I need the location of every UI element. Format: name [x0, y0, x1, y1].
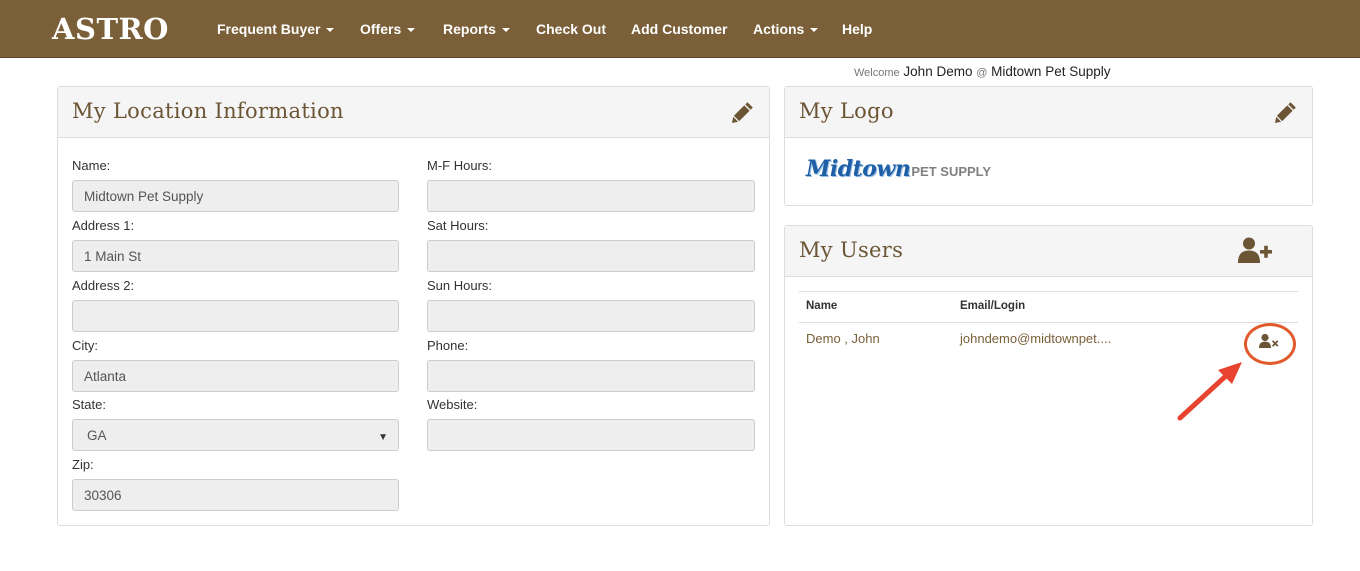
welcome-location: Midtown Pet Supply — [991, 64, 1111, 79]
users-panel-header: My Users — [785, 226, 1312, 277]
sat-hours-field[interactable] — [427, 240, 755, 272]
address1-label: Address 1: — [72, 218, 135, 233]
users-panel-title: My Users — [799, 238, 904, 262]
user-plus-icon[interactable] — [1238, 236, 1272, 264]
location-panel-title: My Location Information — [72, 99, 344, 123]
name-label: Name: — [72, 158, 111, 173]
dropdown-arrow-icon: ▼ — [378, 432, 388, 443]
nav-reports[interactable]: Reports — [443, 20, 510, 38]
logo-panel-title: My Logo — [799, 99, 894, 123]
logo-panel: My Logo — [784, 86, 1313, 206]
nav-add-customer[interactable]: Add Customer — [631, 20, 727, 38]
sat-hours-label: Sat Hours: — [427, 218, 489, 233]
top-navbar: ASTRO Frequent Buyer Offers Reports Chec… — [0, 0, 1360, 58]
users-table-header-border — [799, 322, 1298, 323]
nav-frequent-buyer[interactable]: Frequent Buyer — [217, 20, 335, 38]
users-col-email: Email/Login — [960, 300, 1026, 312]
store-logo-main: Midtown — [806, 156, 911, 182]
website-label: Website: — [427, 397, 478, 412]
users-table-top-border — [799, 291, 1298, 292]
nav-actions[interactable]: Actions — [753, 20, 819, 38]
state-select[interactable]: GA ▼ — [72, 419, 399, 451]
phone-field[interactable] — [427, 360, 755, 392]
caret-down-icon — [810, 28, 819, 33]
mf-hours-field[interactable] — [427, 180, 755, 212]
welcome-message: Welcome John Demo @ Midtown Pet Supply — [854, 64, 1110, 79]
phone-label: Phone: — [427, 338, 469, 353]
highlight-circle — [1244, 323, 1296, 365]
store-logo-sub: PET SUPPLY — [911, 164, 992, 179]
logo-panel-header: My Logo — [785, 87, 1312, 138]
mf-hours-label: M-F Hours: — [427, 158, 492, 173]
name-field[interactable]: Midtown Pet Supply — [72, 180, 399, 212]
zip-label: Zip: — [72, 457, 94, 472]
welcome-user: John Demo — [903, 64, 973, 79]
website-field[interactable] — [427, 419, 755, 451]
address2-field[interactable] — [72, 300, 399, 332]
user-name[interactable]: Demo , John — [806, 331, 880, 346]
brand-logo[interactable]: ASTRO — [52, 13, 169, 45]
welcome-at: @ — [976, 67, 988, 79]
user-email[interactable]: johndemo@midtownpet.... — [960, 331, 1111, 346]
city-field[interactable]: Atlanta — [72, 360, 399, 392]
location-panel-header: My Location Information — [58, 87, 769, 138]
city-label: City: — [72, 338, 98, 353]
nav-check-out[interactable]: Check Out — [536, 20, 606, 38]
pencil-icon[interactable] — [1273, 99, 1299, 125]
users-col-name: Name — [806, 300, 838, 312]
store-logo: MidtownPET SUPPLY — [806, 156, 991, 182]
sun-hours-field[interactable] — [427, 300, 755, 332]
state-label: State: — [72, 397, 106, 412]
address2-label: Address 2: — [72, 278, 135, 293]
address1-field[interactable]: 1 Main St — [72, 240, 399, 272]
state-select-value: GA — [87, 428, 107, 443]
caret-down-icon — [501, 28, 510, 33]
pencil-icon[interactable] — [730, 99, 756, 125]
sun-hours-label: Sun Hours: — [427, 278, 493, 293]
annotation-arrow-icon — [1177, 362, 1242, 421]
zip-field[interactable]: 30306 — [72, 479, 399, 511]
welcome-prefix: Welcome — [854, 67, 900, 79]
caret-down-icon — [326, 28, 335, 33]
caret-down-icon — [407, 28, 416, 33]
nav-offers[interactable]: Offers — [360, 20, 416, 38]
nav-help[interactable]: Help — [842, 20, 872, 38]
